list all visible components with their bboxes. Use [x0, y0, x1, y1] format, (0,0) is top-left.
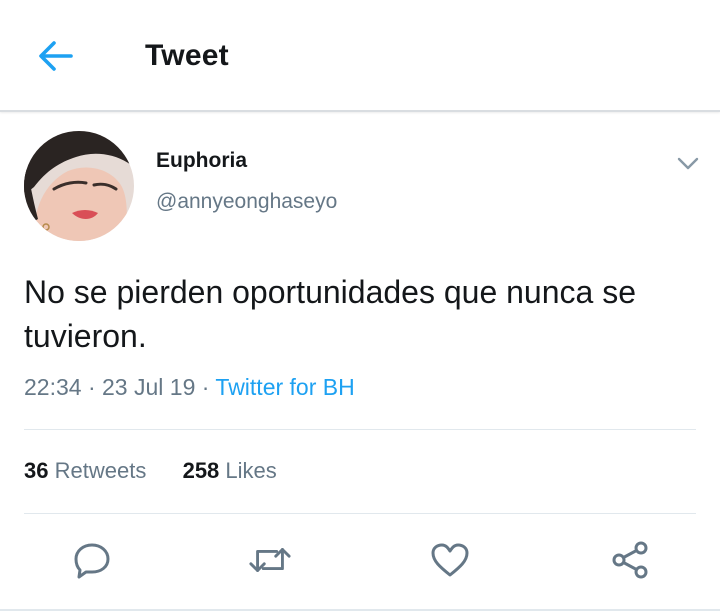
tweet-date: 23 Jul 19 [102, 374, 196, 400]
more-options-button[interactable] [672, 150, 704, 178]
share-button[interactable] [608, 540, 652, 580]
retweets-count-link[interactable]: 36 Retweets [24, 458, 152, 483]
chevron-down-icon [677, 157, 699, 170]
top-app-bar: Tweet [0, 0, 720, 112]
reply-button[interactable] [70, 540, 114, 580]
avatar-photo [24, 131, 134, 241]
back-button[interactable] [34, 36, 78, 76]
display-name[interactable]: Euphoria [156, 149, 247, 173]
arrow-left-icon [39, 41, 73, 71]
divider [24, 513, 696, 514]
like-button[interactable] [428, 540, 472, 580]
likes-label: Likes [225, 458, 277, 483]
bottom-divider [0, 609, 720, 611]
meta-separator: · [87, 374, 96, 400]
tweet-time: 22:34 [24, 374, 82, 400]
retweets-count: 36 [24, 458, 49, 483]
retweet-icon [249, 548, 291, 572]
retweets-label: Retweets [54, 458, 147, 483]
reply-icon [74, 543, 110, 579]
tweet-meta: 22:34 · 23 Jul 19 · Twitter for BH [24, 374, 355, 401]
engagement-counts: 36 Retweets 258 Likes [24, 458, 277, 484]
share-icon [612, 541, 648, 579]
tweet-source-link[interactable]: Twitter for BH [215, 374, 354, 400]
tweet-text: No se pierden oportunidades que nunca se… [24, 274, 636, 354]
user-handle[interactable]: @annyeonghaseyo [156, 190, 337, 214]
likes-count: 258 [182, 458, 220, 483]
heart-icon [431, 543, 469, 577]
meta-separator: · [201, 374, 210, 400]
likes-count-link[interactable]: 258 Likes [183, 458, 277, 483]
retweet-button[interactable] [248, 540, 292, 580]
page-title: Tweet [145, 39, 229, 72]
divider [24, 429, 696, 430]
avatar[interactable] [24, 131, 134, 241]
